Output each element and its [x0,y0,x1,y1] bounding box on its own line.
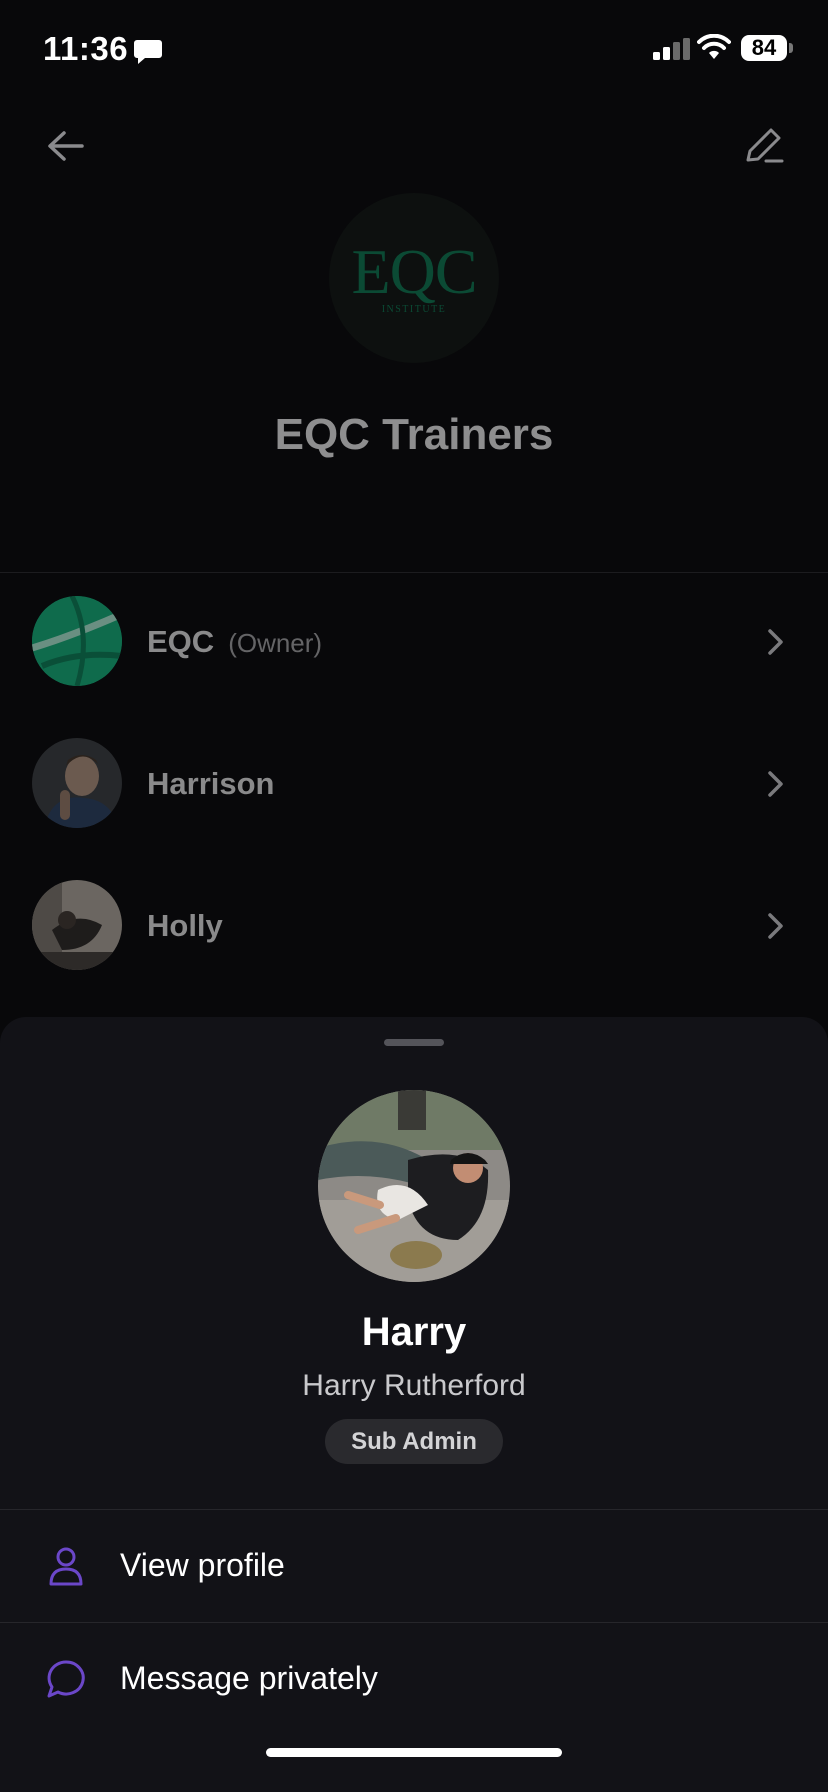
member-role: (Owner) [228,628,323,658]
edit-pencil-icon[interactable] [740,122,788,170]
status-bar: 11:36 84 [0,0,828,100]
group-logo-text: EQC [351,235,478,307]
role-badge: Sub Admin [325,1419,503,1464]
back-arrow-icon[interactable] [42,124,90,172]
cellular-signal-icon [653,38,690,60]
member-display-name: Harry [361,1310,467,1354]
avatar [32,880,122,970]
view-profile-label: View profile [120,1547,285,1583]
chevron-right-icon [768,913,783,939]
group-logo: EQC INSTITUTE [329,193,499,363]
member-bottom-sheet: Harry Harry Rutherford Sub Admin View pr… [0,1017,828,1792]
member-row-eqc[interactable]: EQC (Owner) [0,582,828,702]
wifi-icon [697,34,731,59]
member-name: Harrison [147,766,275,801]
battery-indicator: 84 [741,35,787,61]
chevron-right-icon [768,629,783,655]
sheet-grabber[interactable] [384,1039,444,1046]
member-name: EQC (Owner) [147,624,323,659]
message-notification-icon [134,40,162,64]
view-profile-button[interactable]: View profile [0,1510,828,1622]
chat-bubble-icon [47,1660,85,1698]
avatar [32,738,122,828]
message-privately-label: Message privately [120,1660,378,1696]
group-logo-subtext: INSTITUTE [381,303,447,315]
battery-tip [789,43,793,53]
member-avatar-photo [318,1090,510,1282]
member-full-name: Harry Rutherford [302,1369,526,1402]
person-icon [49,1547,83,1586]
member-row-harrison[interactable]: Harrison [0,724,828,844]
divider [0,572,828,573]
avatar [32,596,122,686]
message-privately-button[interactable]: Message privately [0,1623,828,1735]
status-time: 11:36 [43,30,129,67]
home-indicator [266,1748,562,1757]
chevron-right-icon [768,771,783,797]
member-row-holly[interactable]: Holly [0,866,828,986]
member-name: Holly [147,908,223,943]
group-title: EQC Trainers [274,410,554,459]
